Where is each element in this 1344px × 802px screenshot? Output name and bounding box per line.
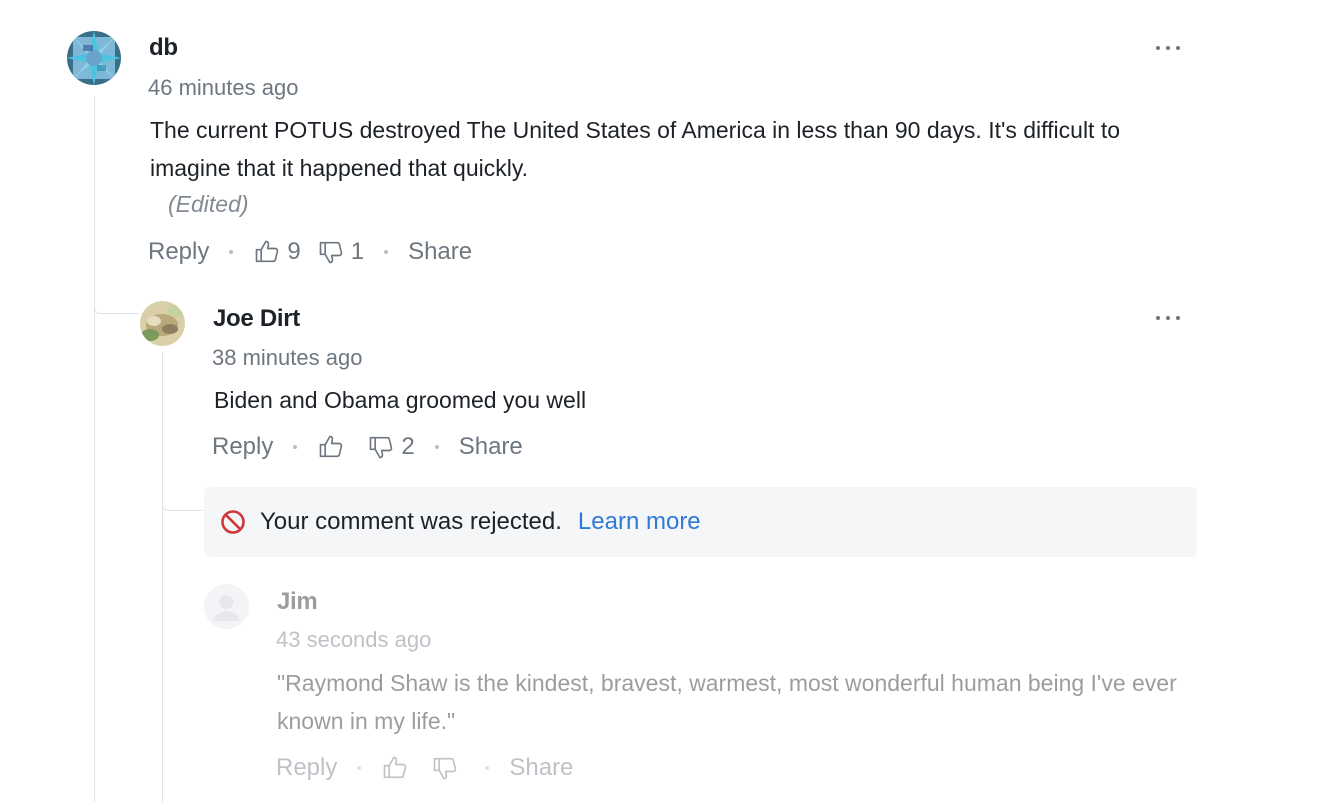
like-count: 9 [287,238,301,265]
thread-line-level-1 [94,96,95,802]
avatar-db-image [67,31,121,85]
rejected-notice: Your comment was rejected. Learn more [204,487,1197,557]
dislike-count: 1 [350,238,365,265]
comment-actions: Reply 2 Share [212,430,523,464]
avatar[interactable] [140,301,185,346]
thread-line-level-2 [162,352,163,802]
separator-dot [485,766,490,770]
dislike-button[interactable]: 2 [367,433,415,461]
comment-author[interactable]: db [149,34,178,62]
separator-dot [229,250,234,254]
like-button[interactable]: 9 [253,238,301,266]
comment-body: Biden and Obama groomed you well [214,387,587,413]
thumbs-up-icon [384,756,407,779]
share-button[interactable]: Share [408,238,472,266]
thread-elbow-joe [94,292,139,314]
comment-author: Jim [277,588,318,615]
comment-actions: Reply Share [276,751,573,785]
avatar[interactable] [67,31,121,85]
share-button[interactable]: Share [459,433,523,461]
default-user-icon [204,584,249,629]
avatar-joe-image [140,301,185,346]
dislike-button[interactable]: 1 [317,238,364,266]
share-button: Share [509,754,574,781]
reply-button[interactable]: Reply [212,433,273,461]
separator-dot [293,445,298,449]
edited-label: (Edited) [168,191,249,217]
like-button [381,754,415,782]
dislike-button [431,754,465,782]
rejected-message: Your comment was rejected. [260,508,562,535]
thread-elbow-rejected [162,490,203,511]
thumbs-down-icon [319,241,342,264]
thumbs-down-icon [434,757,457,780]
thumbs-up-icon [320,435,343,458]
reply-button[interactable]: Reply [148,238,209,266]
separator-dot [384,250,389,254]
comment-timestamp: 46 minutes ago [148,75,299,100]
comment-actions: Reply 9 1 Share [148,235,472,269]
prohibited-icon [221,510,245,534]
like-button[interactable] [317,433,351,461]
thumbs-up-icon [256,240,279,263]
more-options-icon[interactable] [1156,313,1180,323]
comment-timestamp: 38 minutes ago [212,345,363,370]
more-options-icon[interactable] [1156,43,1180,53]
dislike-count: 2 [401,433,415,460]
comment-body: "Raymond Shaw is the kindest, bravest, w… [277,670,1177,734]
comment-body: The current POTUS destroyed The United S… [150,117,1121,181]
learn-more-link[interactable]: Learn more [578,508,701,536]
separator-dot [357,766,362,770]
comment-author[interactable]: Joe Dirt [213,305,300,333]
comment-timestamp: 43 seconds ago [276,627,432,652]
reply-button: Reply [276,754,338,781]
avatar [204,584,249,629]
thumbs-down-icon [370,436,393,459]
separator-dot [434,445,439,449]
